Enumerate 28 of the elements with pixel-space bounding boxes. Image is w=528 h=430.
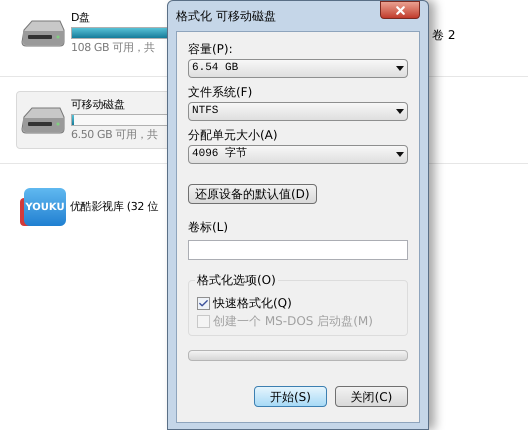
field-label: 容量(P): xyxy=(188,42,234,56)
drive-icon xyxy=(20,18,66,48)
dropdown[interactable]: 6.54 GB xyxy=(188,59,408,78)
drive-name: 可移动磁盘 xyxy=(71,96,125,112)
dropdown[interactable]: NTFS xyxy=(188,102,408,121)
drive-icon xyxy=(20,105,66,135)
free-space-text: 6.50 GB 可用，共 xyxy=(71,127,158,143)
close-icon xyxy=(394,4,406,16)
dialog-button[interactable]: 关闭(C) xyxy=(335,386,408,407)
caret-icon xyxy=(396,109,404,114)
checkbox[interactable] xyxy=(197,296,210,310)
group-title: 格式化选项(O) xyxy=(195,273,278,287)
drive-name: D盘 xyxy=(71,10,90,26)
caret-icon xyxy=(396,66,404,71)
checkbox-label: 快速格式化(Q) xyxy=(213,295,292,311)
volume-label-input[interactable] xyxy=(188,240,408,260)
dialog-button[interactable]: 开始(S) xyxy=(254,386,327,407)
dropdown[interactable]: 4096 字节 xyxy=(188,145,408,164)
caret-icon xyxy=(396,152,404,157)
check-icon xyxy=(198,298,209,308)
window-title: 格式化 可移动磁盘 xyxy=(176,8,276,25)
drive-name: 优酷影视库 (32 位 xyxy=(70,198,158,215)
field-label: 卷标(L) xyxy=(188,220,230,234)
checkbox-label: 创建一个 MS-DOS 启动盘(M) xyxy=(213,313,373,329)
volume-text: 卷 2 xyxy=(432,27,456,44)
close-button[interactable] xyxy=(380,1,420,19)
restore-defaults-button[interactable]: 还原设备的默认值(D) xyxy=(188,184,317,204)
free-space-text: 108 GB 可用，共 xyxy=(71,40,155,56)
